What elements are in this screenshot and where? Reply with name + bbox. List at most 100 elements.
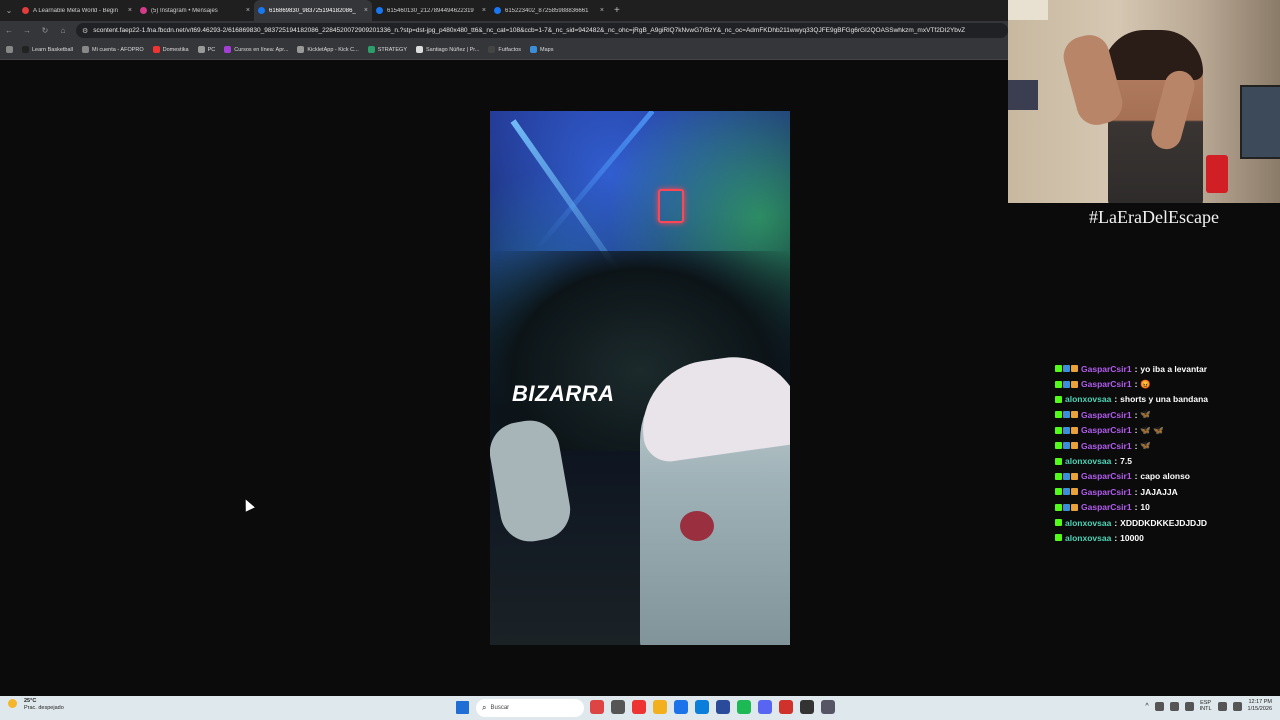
chat-separator: : — [1134, 409, 1138, 420]
bookmark-label: PC — [207, 46, 216, 53]
bookmark-favicon-icon — [416, 46, 423, 53]
user-badges — [1055, 503, 1078, 511]
user-badges — [1055, 380, 1078, 388]
site-info-icon[interactable]: ⚙ — [82, 27, 88, 35]
language-indicator[interactable]: ESP INTL — [1200, 700, 1212, 712]
pinned-app-icon[interactable] — [716, 700, 730, 714]
forward-icon[interactable]: → — [18, 26, 36, 35]
close-icon[interactable]: × — [364, 7, 368, 14]
user-badges — [1055, 442, 1078, 450]
user-badges — [1055, 411, 1078, 419]
chat-username[interactable]: GasparCsir1 — [1081, 410, 1132, 420]
bookmark-item[interactable]: Mi cuenta - AFOPRO — [81, 46, 144, 53]
chat-username[interactable]: alonxovsaa — [1065, 533, 1111, 543]
tab-favicon-icon — [22, 7, 29, 14]
tab-favicon-icon — [258, 7, 265, 14]
video-player[interactable]: BIZARRA — [490, 111, 790, 645]
weather-status: Prac. despejado — [24, 705, 64, 711]
bookmarks-bar: Learn Basketball Mi cuenta - AFOPRO Domest… — [0, 40, 1008, 60]
chat-username[interactable]: GasparCsir1 — [1081, 425, 1132, 435]
close-icon[interactable]: × — [600, 7, 604, 14]
chat-username[interactable]: alonxovsaa — [1065, 518, 1111, 528]
tab-strip: A Learnable Meta World - Begin × (5) Insta… — [18, 0, 608, 21]
new-tab-button[interactable]: + — [608, 5, 626, 16]
browser-tab[interactable]: 615223402_872585988836661 × — [490, 0, 608, 21]
bookmark-item[interactable]: Domestika — [152, 46, 189, 53]
chat-username[interactable]: GasparCsir1 — [1081, 471, 1132, 481]
pinned-app-icon[interactable] — [653, 700, 667, 714]
pinned-app-icon[interactable] — [632, 700, 646, 714]
bookmark-favicon-icon — [81, 46, 89, 53]
tab-search-icon[interactable]: ⌄ — [0, 0, 18, 21]
pinned-apps — [590, 700, 835, 714]
close-icon[interactable]: × — [128, 7, 132, 14]
tray-app-icon[interactable] — [1154, 701, 1164, 711]
pinned-app-icon[interactable] — [821, 700, 835, 714]
bookmark-item[interactable]: Maps — [530, 46, 553, 53]
microphone-icon[interactable] — [1184, 701, 1194, 711]
close-icon[interactable]: × — [246, 7, 250, 14]
shelf — [1008, 0, 1048, 20]
clock[interactable]: 12:17 PM 1/15/2026 — [1248, 699, 1272, 713]
chat-username[interactable]: alonxovsaa — [1065, 394, 1111, 404]
chat-overlay: GasparCsir1: yo iba a levantar GasparCsir1… — [1055, 361, 1280, 546]
windows-start-icon[interactable] — [456, 701, 469, 714]
back-icon[interactable]: ← — [0, 26, 18, 35]
chat-username[interactable]: GasparCsir1 — [1081, 487, 1132, 497]
subscriber-badge-icon — [1063, 442, 1070, 450]
subscriber-badge-icon — [1063, 503, 1070, 511]
bookmark-item[interactable]: Santiago Núñez | Pr... — [416, 46, 479, 53]
wifi-icon[interactable] — [1217, 701, 1227, 711]
chat-username[interactable]: GasparCsir1 — [1081, 364, 1132, 374]
bookmark-item[interactable]: PC — [197, 46, 216, 53]
user-badges — [1055, 457, 1062, 465]
address-bar[interactable]: ⚙ scontent.faep22-1.fna.fbcdn.net/v/t69.… — [76, 23, 1008, 38]
tab-title: (5) Instagram • Mensajes — [151, 7, 218, 14]
tab-favicon-icon — [376, 7, 383, 14]
pinned-app-icon[interactable] — [695, 700, 709, 714]
user-badges — [1055, 395, 1062, 403]
pinned-app-icon[interactable] — [674, 700, 688, 714]
chat-username[interactable]: GasparCsir1 — [1081, 441, 1132, 451]
chat-separator: : — [1114, 517, 1118, 528]
bookmark-favicon-icon — [530, 46, 538, 53]
weather-widget[interactable]: 25°C Prac. despejado — [8, 698, 64, 712]
kick-badge-icon — [1055, 426, 1062, 434]
close-icon[interactable]: × — [482, 7, 486, 14]
subscriber-badge-icon — [1063, 472, 1070, 480]
apps-grid-icon[interactable] — [6, 46, 13, 53]
chat-separator: : — [1134, 486, 1138, 497]
reload-icon[interactable]: ↻ — [36, 26, 54, 35]
exit-sign — [658, 189, 684, 223]
browser-tab[interactable]: 615460130_2127894494622319 × — [372, 0, 490, 21]
bookmark-item[interactable]: Learn Basketball — [22, 46, 73, 53]
pinned-app-icon[interactable] — [737, 700, 751, 714]
chat-username[interactable]: GasparCsir1 — [1081, 379, 1132, 389]
browser-tab[interactable]: 616869830_983725194182086_ × — [254, 0, 372, 21]
chat-separator: : — [1134, 425, 1138, 436]
bookmark-item[interactable]: STRATEGY — [367, 46, 407, 53]
user-badges — [1055, 519, 1062, 527]
chat-username[interactable]: GasparCsir1 — [1081, 502, 1132, 512]
chat-text: JAJAJJA — [1140, 486, 1178, 497]
pinned-app-icon[interactable] — [800, 700, 814, 714]
chevron-up-icon[interactable]: ^ — [1145, 703, 1148, 710]
bookmark-label: Maps — [540, 46, 554, 53]
bookmark-item[interactable]: Futfactos — [488, 46, 521, 53]
bookmark-item[interactable]: Cursos en línea: Apr... — [224, 46, 288, 53]
home-icon[interactable]: ⌂ — [54, 26, 72, 35]
pinned-app-icon[interactable] — [611, 700, 625, 714]
user-badges — [1055, 365, 1078, 373]
kick-badge-icon — [1055, 519, 1062, 527]
tray-app-icon[interactable] — [1169, 701, 1179, 711]
volume-icon[interactable] — [1232, 701, 1242, 711]
browser-tab[interactable]: A Learnable Meta World - Begin × — [18, 0, 136, 21]
chat-message: GasparCsir1: 😡 — [1055, 376, 1280, 391]
browser-tab[interactable]: (5) Instagram • Mensajes × — [136, 0, 254, 21]
chat-username[interactable]: alonxovsaa — [1065, 456, 1111, 466]
bookmark-item[interactable]: KickletApp - Kick C... — [297, 46, 359, 53]
pinned-app-icon[interactable] — [758, 700, 772, 714]
taskbar-search[interactable]: ⌕ Buscar — [476, 699, 584, 717]
pinned-app-icon[interactable] — [779, 700, 793, 714]
pinned-app-icon[interactable] — [590, 700, 604, 714]
